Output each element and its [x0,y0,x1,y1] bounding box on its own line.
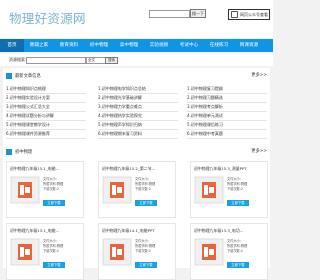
download-button[interactable]: 立即下载 [43,200,65,206]
list-item[interactable]: 4.初中物理热学实验探究 [98,112,178,121]
card-meta: 文件大小: 所属学科:物理 下载次数:2 [135,239,155,254]
wechat-icon [231,11,238,18]
resource-search-bar: 资源搜索: 全文 搜索 [0,54,273,66]
grid-icon [6,73,12,79]
nav-item-kaoshi[interactable]: 考试中心 [174,39,204,52]
list-item[interactable]: 2.初中物理习题精选 [187,94,267,103]
recommend-columns: 1.初中物理知识点梳理 2.初中物理实验设计方案 3.初中物理公式汇总大全 4.… [6,85,268,151]
resource-search-input[interactable] [26,57,86,64]
card-title[interactable]: 初中物理九年级15.2_第二节... [102,166,172,172]
resource-cards-panel: 初中物理 更多>> 初中物理九年级15.1_电能... 文件大小: 所属学科:物… [3,144,270,280]
nav-item-chuzhong[interactable]: 初中物理 [84,39,114,52]
ppt-file-icon [102,238,132,266]
nav-item-gaozhong[interactable]: 高中物理 [114,39,144,52]
list-item[interactable]: 1.初中物理电学知识点总结 [98,85,178,94]
recommend-title: 最新文章信息 [15,74,41,79]
resource-search-label: 资源搜索: [9,57,27,62]
list-item[interactable]: 3.初中物理力学重点难点 [98,103,178,112]
list-item[interactable]: 1.初中物理复习提纲 [187,85,267,94]
download-button[interactable]: 立即下载 [135,262,157,268]
card-meta-downloads: 下载次数:2 [227,249,243,253]
card-meta-downloads: 下载次数:2 [135,249,151,253]
card-meta: 文件大小: 所属学科:物理 下载次数:2 [43,239,63,254]
download-button[interactable]: 立即下载 [43,262,65,268]
recommend-header: 最新文章信息 [6,72,41,80]
nav-item-lianxi[interactable]: 在线练习 [204,39,234,52]
grid-icon [6,149,12,155]
download-button[interactable]: 立即下载 [135,200,157,206]
resource-card[interactable]: 初中物理九年级15.3_测量PPT 文件大小: 所属学科:物理 下载次数:2 立… [190,161,268,218]
list-item[interactable]: 4.初中物理单元测试 [187,112,267,121]
card-title[interactable]: 初中物理九年级15.1_电能... [10,166,80,172]
cards-header: 初中物理 [6,148,32,156]
resource-card[interactable]: 初中物理九年级15.2_第二节... 文件大小: 所属学科:物理 下载次数:2 … [98,161,176,218]
card-meta: 文件大小: 所属学科:物理 下载次数:2 [227,239,247,254]
resource-card[interactable]: 初中物理九年级13.1_电能... 文件大小: 所属学科:物理 下载次数:2 立… [6,223,84,280]
site-logo[interactable]: 物理好资源网 [9,8,86,27]
card-meta-downloads: 下载次数:2 [227,187,243,191]
ppt-file-icon [10,238,40,266]
wechat-box[interactable]: 网页公众号查看 [228,9,270,20]
card-meta-downloads: 下载次数:2 [135,187,151,191]
list-item[interactable]: 6.初中物理期末复习资料 [98,130,178,139]
list-item[interactable]: 3.初中物理考点解析 [187,103,267,112]
card-meta: 文件大小: 所属学科:物理 下载次数:2 [135,177,155,192]
ppt-file-icon [194,238,224,266]
recommend-panel: 最新文章信息 更多>> 1.初中物理知识点梳理 2.初中物理实验设计方案 3.初… [3,68,270,155]
cards-more-link[interactable]: 更多>> [251,148,267,154]
resource-card[interactable]: 初中物理九年级14.1_电能PPT 文件大小: 所属学科:物理 下载次数:2 立… [98,223,176,280]
download-button[interactable]: 立即下载 [227,262,249,268]
list-item[interactable]: 6.初中物理课件资源推荐 [6,130,86,139]
card-title[interactable]: 初中物理九年级13.3_电功... [194,228,264,234]
nav-item-shiyan[interactable]: 实验视频 [144,39,174,52]
cards-title: 初中物理 [15,150,33,155]
recommend-column-3: 1.初中物理复习提纲 2.初中物理习题精选 3.初中物理考点解析 4.初中物理单… [187,85,267,139]
list-item[interactable]: 2.初中物理实验设计方案 [6,94,86,103]
card-title[interactable]: 初中物理九年级13.1_电能... [10,228,80,234]
card-meta-downloads: 下载次数:2 [43,249,59,253]
recommend-column-1: 1.初中物理知识点梳理 2.初中物理实验设计方案 3.初中物理公式汇总大全 4.… [6,85,86,139]
nav-item-jiaoyu[interactable]: 教育资料 [54,39,84,52]
resource-search-button[interactable]: 搜索 [105,57,118,64]
nav-item-fudao[interactable]: 教辅之家 [24,39,54,52]
list-item[interactable]: 5.初中物理课后练习 [187,121,267,130]
list-item[interactable]: 1.初中物理知识点梳理 [6,85,86,94]
card-title[interactable]: 初中物理九年级15.3_测量PPT [194,166,264,172]
card-meta-downloads: 下载次数:2 [43,187,59,191]
header: 物理好资源网 搜一下 网页公众号查看 [0,0,273,38]
resource-search-select[interactable]: 全文 [86,57,106,64]
resource-card[interactable]: 初中物理九年级15.1_电能... 文件大小: 所属学科:物理 下载次数:2 立… [6,161,84,218]
recommend-column-2: 1.初中物理电学知识点总结 2.初中物理光学基础讲解 3.初中物理力学重点难点 … [98,85,178,139]
nav-item-home[interactable]: 首页 [0,39,24,52]
ppt-file-icon [10,176,40,204]
list-item[interactable]: 3.初中物理公式汇总大全 [6,103,86,112]
recommend-more-link[interactable]: 更多>> [251,72,267,78]
download-button[interactable]: 立即下载 [227,200,249,206]
list-item[interactable]: 4.初中物理试题分析与讲解 [6,112,86,121]
card-meta: 文件大小: 所属学科:物理 下载次数:2 [227,177,247,192]
ppt-file-icon [102,176,132,204]
main-nav: 首页 教辅之家 教育资料 初中物理 高中物理 实验视频 考试中心 在线练习 网课… [0,39,273,52]
list-item[interactable]: 2.初中物理光学基础讲解 [98,94,178,103]
card-meta: 文件大小: 所属学科:物理 下载次数:2 [43,177,63,192]
header-search-button[interactable]: 搜一下 [190,9,206,18]
list-item[interactable]: 5.初中物理声学知识归纳 [98,121,178,130]
wechat-label: 网页公众号查看 [240,11,268,17]
nav-item-wangke[interactable]: 网课资源 [234,39,264,52]
card-title[interactable]: 初中物理九年级14.1_电能PPT [102,228,172,234]
resource-card[interactable]: 初中物理九年级13.3_电功... 文件大小: 所属学科:物理 下载次数:2 立… [190,223,268,280]
header-search-input[interactable] [149,10,190,18]
list-item[interactable]: 5.初中物理课堂教学设计 [6,121,86,130]
list-item[interactable]: 6.初中物理中考真题 [187,130,267,139]
ppt-file-icon [194,176,224,204]
